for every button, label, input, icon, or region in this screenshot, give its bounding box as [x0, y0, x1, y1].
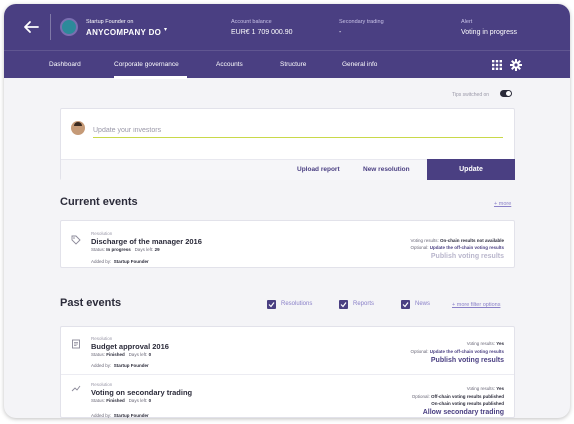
- update-investors-input[interactable]: [93, 124, 503, 138]
- event-type: Resolution: [91, 336, 113, 341]
- apps-grid-icon[interactable]: [492, 60, 502, 70]
- news-checkbox[interactable]: [401, 300, 410, 309]
- event-title[interactable]: Discharge of the manager 2016: [91, 237, 202, 246]
- gear-icon[interactable]: [510, 59, 522, 71]
- event-title[interactable]: Voting on secondary trading: [91, 388, 192, 397]
- app-window: Startup Founder on ANYCOMPANY DO ▾ Accou…: [4, 4, 570, 418]
- secondary-trading-value: -: [339, 29, 342, 36]
- voting-results: Voting results: On-chain results not ava…: [410, 238, 504, 243]
- filter-resolutions-label[interactable]: Resolutions: [281, 301, 312, 307]
- back-arrow-icon[interactable]: [22, 18, 40, 36]
- filter-reports-label[interactable]: Reports: [353, 301, 374, 307]
- event-added-by: Added by: Startup Founder: [91, 259, 149, 264]
- tag-icon: [71, 235, 81, 245]
- alert-value[interactable]: Voting in progress: [461, 29, 517, 36]
- update-offchain-link[interactable]: Update the off-chain voting results: [430, 245, 504, 250]
- resolutions-checkbox[interactable]: [267, 300, 276, 309]
- past-events-title: Past events: [60, 297, 122, 309]
- chevron-down-icon[interactable]: ▾: [164, 26, 167, 33]
- balance-label: Account balance: [231, 19, 272, 25]
- event-meta: Status: Finished Days left: 0: [91, 398, 152, 403]
- account-caption: Startup Founder on: [86, 19, 134, 25]
- filter-news-label[interactable]: News: [415, 301, 430, 307]
- update-button[interactable]: Update: [427, 159, 515, 180]
- tab-corporate-governance[interactable]: Corporate governance: [114, 61, 179, 68]
- current-events-more-link[interactable]: + more: [494, 201, 511, 207]
- list-item[interactable]: Resolution Discharge of the manager 2016…: [60, 220, 515, 268]
- company-avatar: [60, 18, 78, 36]
- reports-checkbox[interactable]: [339, 300, 348, 309]
- update-investors-card: Upload report New resolution Update: [60, 108, 515, 180]
- header-divider: [50, 14, 51, 40]
- document-icon: [72, 339, 80, 349]
- optional-action: Optional: Update the off-chain voting re…: [410, 349, 504, 354]
- optional-action: Optional: Update the off-chain voting re…: [410, 245, 504, 250]
- event-meta: Status: Finished Days left: 0: [91, 352, 152, 357]
- event-type: Resolution: [91, 231, 113, 236]
- current-events-title: Current events: [60, 196, 138, 208]
- trend-icon: [71, 385, 81, 392]
- event-added-by: Added by: Startup Founder: [91, 413, 149, 418]
- voting-results: Voting results: Yes: [466, 386, 504, 391]
- update-offchain-link[interactable]: Update the off-chain voting results: [430, 349, 504, 354]
- avatar: [71, 121, 85, 135]
- active-tab-indicator: [114, 76, 187, 79]
- tips-toggle[interactable]: [500, 90, 512, 97]
- voting-results: Voting results: Yes: [466, 341, 504, 346]
- top-bar: Startup Founder on ANYCOMPANY DO ▾ Accou…: [4, 4, 570, 50]
- new-resolution-button[interactable]: New resolution: [363, 166, 410, 173]
- tab-structure[interactable]: Structure: [280, 61, 306, 68]
- past-events-list: Resolution Budget approval 2016 Status: …: [60, 326, 515, 418]
- allow-secondary-trading-button[interactable]: Allow secondary trading: [423, 409, 504, 416]
- event-added-by: Added by: Startup Founder: [91, 363, 149, 368]
- event-title[interactable]: Budget approval 2016: [91, 342, 169, 351]
- more-filter-options-link[interactable]: + more filter options: [452, 302, 500, 308]
- tab-dashboard[interactable]: Dashboard: [49, 61, 81, 68]
- tab-accounts[interactable]: Accounts: [216, 61, 243, 68]
- publish-voting-results-button[interactable]: Publish voting results: [431, 357, 504, 364]
- upload-report-button[interactable]: Upload report: [297, 166, 340, 173]
- main-nav: Dashboard Corporate governance Accounts …: [4, 50, 570, 79]
- optional-action: Optional: Off-chain voting results publi…: [411, 394, 504, 399]
- event-type: Resolution: [91, 382, 113, 387]
- secondary-trading-label: Secondary trading: [339, 19, 384, 25]
- list-divider: [61, 374, 514, 375]
- tips-label: Tips switched on: [452, 92, 490, 98]
- alert-label: Alert: [461, 19, 473, 25]
- onchain-status: On-chain voting results published: [431, 401, 504, 406]
- event-meta: Status: In progress Days left: 29: [91, 247, 160, 252]
- publish-voting-results-button[interactable]: Publish voting results: [431, 253, 504, 260]
- tab-general-info[interactable]: General info: [342, 61, 377, 68]
- balance-value: EUR€ 1 709 000.90: [231, 29, 293, 36]
- company-name[interactable]: ANYCOMPANY DO: [86, 28, 161, 37]
